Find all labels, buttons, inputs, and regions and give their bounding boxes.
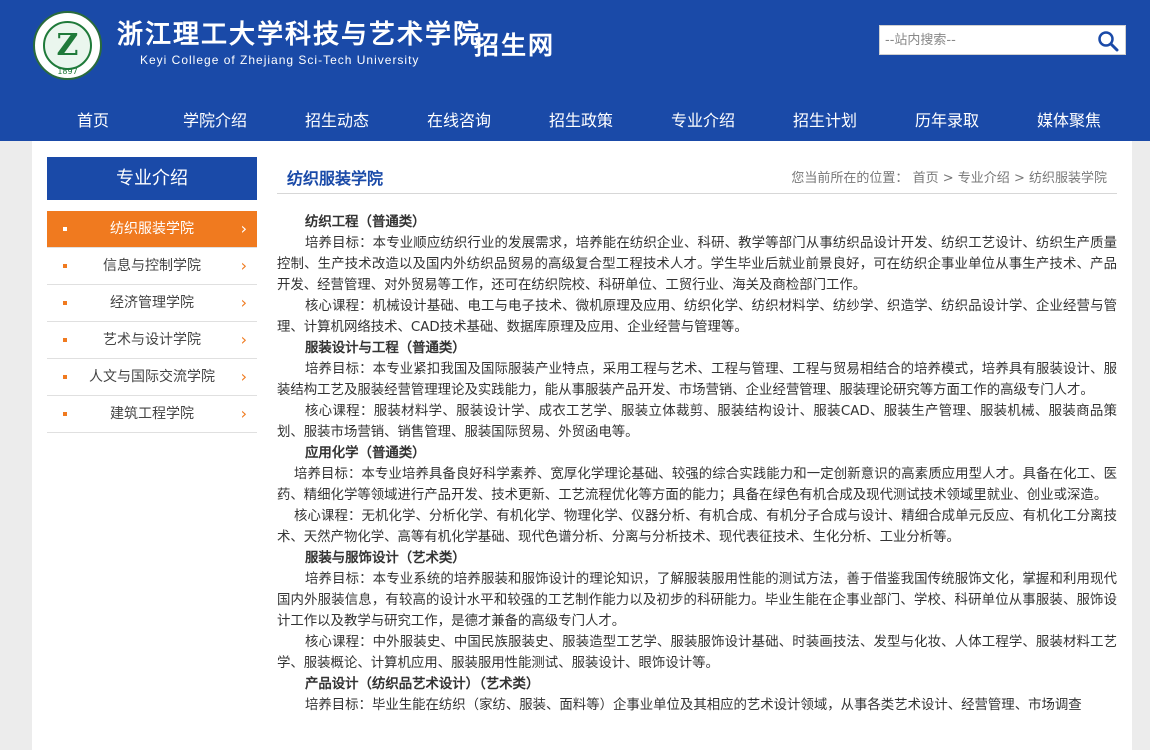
breadcrumb-separator: > xyxy=(942,171,954,186)
school-name-en[interactable]: Keyi College of Zhejiang Sci-Tech Univer… xyxy=(140,53,419,67)
nav-item-media[interactable]: 媒体聚焦 xyxy=(1008,101,1130,141)
nav-item-majors[interactable]: 专业介绍 xyxy=(642,101,764,141)
nav-item-policy[interactable]: 招生政策 xyxy=(520,101,642,141)
chevron-right-icon: › xyxy=(240,404,247,423)
major-goal: 培养目标：本专业系统的培养服装和服饰设计的理论知识，了解服装服用性能的测试方法，… xyxy=(277,572,1117,629)
logo-year: 1897 xyxy=(57,67,78,76)
bullet-icon xyxy=(63,338,67,342)
article-body: 纺织工程（普通类） 培养目标：本专业顺应纺织行业的发展需求，培养能在纺织企业、科… xyxy=(277,194,1117,716)
sidebar-item-label: 纺织服装学院 xyxy=(110,221,194,237)
site-name[interactable]: 招生网 xyxy=(474,26,555,62)
breadcrumb-separator: > xyxy=(1013,171,1025,186)
major-goal: 培养目标：本专业紧扣我国及国际服装产业特点，采用工程与艺术、工程与管理、工程与贸… xyxy=(277,362,1117,398)
sidebar-item-textile[interactable]: 纺织服装学院 › xyxy=(47,211,257,248)
major-courses: 核心课程：机械设计基础、电工与电子技术、微机原理及应用、纺织化学、纺织材料学、纺… xyxy=(277,299,1117,335)
school-name-cn[interactable]: 浙江理工大学科技与艺术学院 xyxy=(117,14,481,51)
sidebar-item-art-design[interactable]: 艺术与设计学院 › xyxy=(47,322,257,359)
major-courses: 核心课程：无机化学、分析化学、有机化学、物理化学、仪器分析、有机合成、有机分子合… xyxy=(277,509,1117,545)
breadcrumb-prefix: 您当前所在的位置： xyxy=(791,171,909,186)
search-icon[interactable] xyxy=(1097,30,1119,52)
breadcrumb: 您当前所在的位置： 首页 > 专业介绍 > 纺织服装学院 xyxy=(791,167,1107,186)
sidebar-item-info-control[interactable]: 信息与控制学院 › xyxy=(47,248,257,285)
bullet-icon xyxy=(63,301,67,305)
bullet-icon xyxy=(63,264,67,268)
sidebar-item-label: 建筑工程学院 xyxy=(110,406,194,422)
breadcrumb-link-home[interactable]: 首页 xyxy=(913,171,939,186)
major-heading: 应用化学（普通类） xyxy=(305,446,426,461)
chevron-right-icon: › xyxy=(240,293,247,312)
major-courses: 核心课程：服装材料学、服装设计学、成衣工艺学、服装立体裁剪、服装结构设计、服装C… xyxy=(277,404,1117,440)
site-header: Z 1897 浙江理工大学科技与艺术学院 Keyi College of Zhe… xyxy=(0,0,1150,101)
sidebar-item-architecture[interactable]: 建筑工程学院 › xyxy=(47,396,257,433)
main-nav: 首页 学院介绍 招生动态 在线咨询 招生政策 专业介绍 招生计划 历年录取 媒体… xyxy=(0,101,1150,141)
major-courses: 核心课程：中外服装史、中国民族服装史、服装造型工艺学、服装服饰设计基础、时装画技… xyxy=(277,635,1117,671)
bullet-icon xyxy=(63,375,67,379)
major-goal: 培养目标：本专业培养具备良好科学素养、宽厚化学理论基础、较强的综合实践能力和一定… xyxy=(277,467,1117,503)
chevron-right-icon: › xyxy=(240,367,247,386)
nav-item-history[interactable]: 历年录取 xyxy=(886,101,1008,141)
sidebar-item-label: 艺术与设计学院 xyxy=(103,332,201,348)
sidebar-list: 纺织服装学院 › 信息与控制学院 › 经济管理学院 › 艺术与设计学院 › 人文… xyxy=(47,211,257,433)
page-title: 纺织服装学院 xyxy=(287,169,384,188)
breadcrumb-link-majors[interactable]: 专业介绍 xyxy=(958,171,1010,186)
bullet-icon xyxy=(63,412,67,416)
nav-item-plan[interactable]: 招生计划 xyxy=(764,101,886,141)
major-heading: 产品设计（纺织品艺术设计）（艺术类） xyxy=(305,677,540,692)
sidebar-title: 专业介绍 xyxy=(47,157,257,200)
major-goal: 培养目标：本专业顺应纺织行业的发展需求，培养能在纺织企业、科研、教学等部门从事纺… xyxy=(277,236,1117,293)
search-input[interactable] xyxy=(880,26,1090,54)
college-logo[interactable]: Z 1897 xyxy=(33,11,102,80)
main-header: 纺织服装学院 您当前所在的位置： 首页 > 专业介绍 > 纺织服装学院 xyxy=(277,157,1117,194)
sidebar-item-label: 经济管理学院 xyxy=(110,295,194,311)
nav-item-consult[interactable]: 在线咨询 xyxy=(398,101,520,141)
sidebar-item-label: 人文与国际交流学院 xyxy=(89,369,215,385)
sidebar-item-humanities[interactable]: 人文与国际交流学院 › xyxy=(47,359,257,396)
content-area: 专业介绍 纺织服装学院 › 信息与控制学院 › 经济管理学院 › 艺术与设计学院… xyxy=(32,141,1132,750)
sidebar-item-label: 信息与控制学院 xyxy=(103,258,201,274)
logo-emblem: Z xyxy=(43,21,92,70)
search-box xyxy=(879,25,1126,55)
breadcrumb-current[interactable]: 纺织服装学院 xyxy=(1029,171,1107,186)
bullet-icon xyxy=(63,227,67,231)
major-goal: 培养目标：毕业生能在纺织（家纺、服装、面料等）企事业单位及其相应的艺术设计领域，… xyxy=(305,698,1082,713)
major-heading: 服装设计与工程（普通类） xyxy=(305,341,466,356)
major-heading: 纺织工程（普通类） xyxy=(305,215,426,230)
nav-item-news[interactable]: 招生动态 xyxy=(276,101,398,141)
sidebar-item-economics[interactable]: 经济管理学院 › xyxy=(47,285,257,322)
nav-item-home[interactable]: 首页 xyxy=(32,101,154,141)
nav-item-about[interactable]: 学院介绍 xyxy=(154,101,276,141)
chevron-right-icon: › xyxy=(240,256,247,275)
chevron-right-icon: › xyxy=(240,219,247,238)
main-content: 纺织服装学院 您当前所在的位置： 首页 > 专业介绍 > 纺织服装学院 纺织工程… xyxy=(277,157,1117,716)
major-heading: 服装与服饰设计（艺术类） xyxy=(305,551,466,566)
chevron-right-icon: › xyxy=(240,330,247,349)
